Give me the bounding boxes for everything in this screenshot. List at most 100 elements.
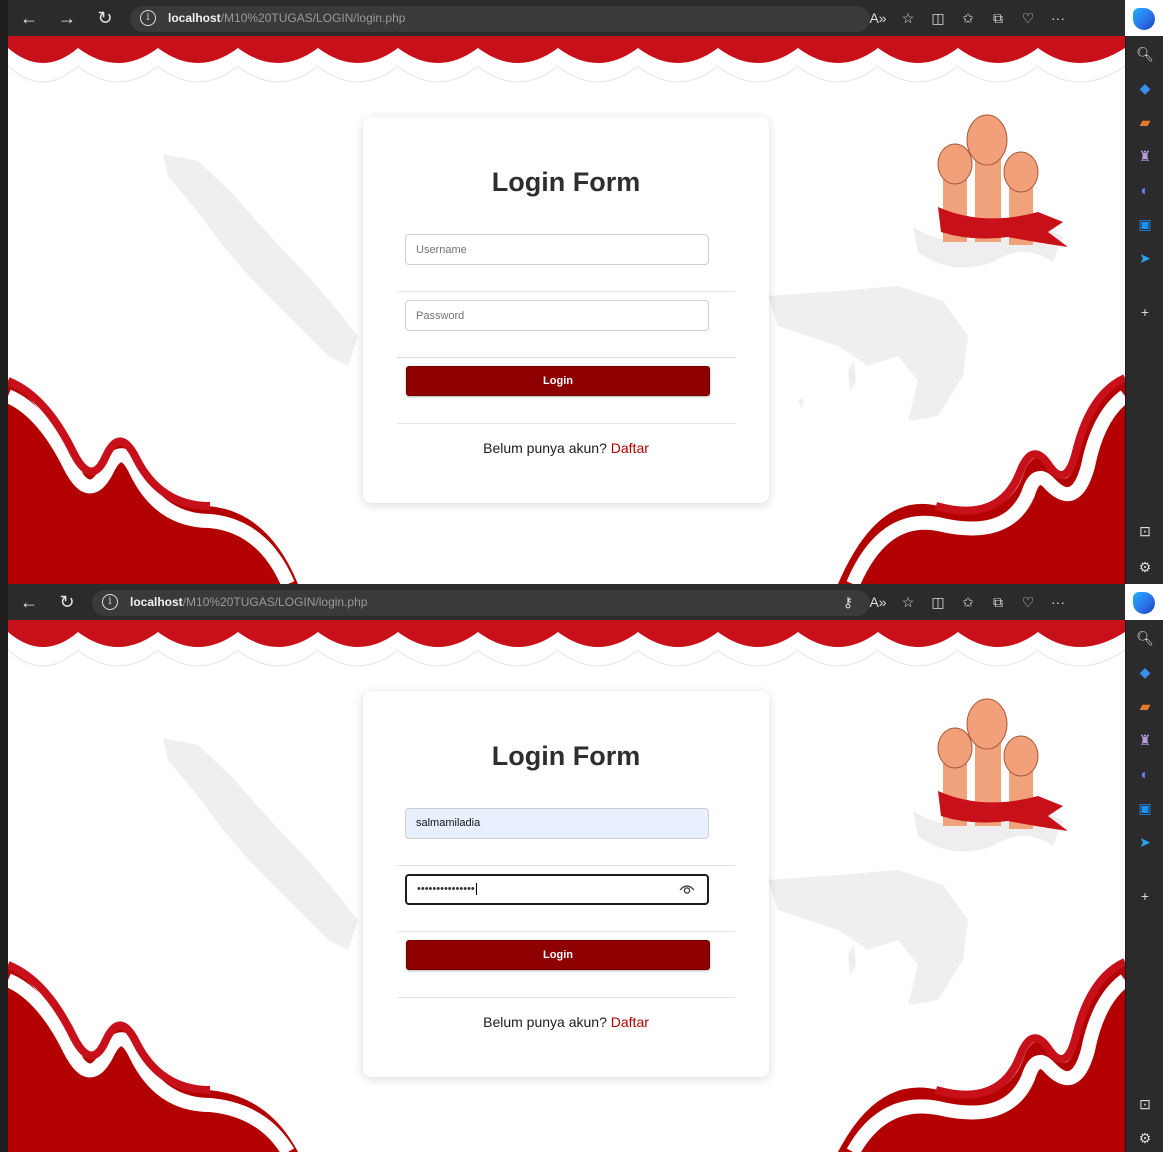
form-title: Login Form: [491, 167, 641, 197]
password-input[interactable]: [405, 300, 709, 331]
browser-toolbar: ← → ↻ i localhost/M10%20TUGAS/LOGIN/logi…: [8, 0, 1125, 36]
login-card: Login Form salmamiladia ••••••••••••••• …: [363, 691, 769, 1077]
text-cursor: [475, 883, 477, 895]
password-input[interactable]: •••••••••••••••: [405, 874, 709, 905]
browser-essentials-icon[interactable]: ♡: [1013, 10, 1043, 27]
outlook-icon[interactable]: ▣: [1135, 214, 1155, 234]
outlook-icon[interactable]: ▣: [1135, 798, 1155, 818]
add-sidebar-icon[interactable]: +: [1135, 886, 1155, 906]
read-aloud-icon[interactable]: A»: [863, 594, 893, 610]
bunting-band: [8, 620, 1125, 632]
login-page: Login Form Login Belum punya akun? Dafta…: [8, 36, 1125, 584]
copilot-icon[interactable]: [1133, 592, 1155, 614]
back-icon[interactable]: ←: [14, 0, 44, 36]
signup-prompt-text: Belum punya akun?: [483, 1014, 607, 1030]
map-island-shape: [848, 945, 856, 975]
divider: [397, 931, 735, 932]
refresh-icon[interactable]: ↻: [90, 0, 120, 36]
login-page: Login Form salmamiladia ••••••••••••••• …: [8, 620, 1125, 1152]
map-island-shape: [798, 396, 804, 408]
signup-prompt: Belum punya akun? Daftar: [363, 1014, 769, 1030]
favorite-star-icon[interactable]: ☆: [893, 594, 923, 611]
site-info-icon[interactable]: i: [140, 10, 156, 26]
bunting-drape-lines: [8, 65, 1125, 83]
username-input[interactable]: [405, 234, 709, 265]
search-icon[interactable]: 🔍︎: [1135, 628, 1155, 648]
toolbar-actions: A» ☆ ◫ ✩ ⧉ ♡ ···: [863, 0, 1073, 36]
screenshot-filled-form: ← ↻ i localhost/M10%20TUGAS/LOGIN/login.…: [0, 584, 1163, 1152]
fist-left: [937, 727, 973, 769]
favorite-star-icon[interactable]: ☆: [893, 10, 923, 27]
tools-icon[interactable]: ▰: [1135, 696, 1155, 716]
address-bar[interactable]: i localhost/M10%20TUGAS/LOGIN/login.php: [130, 6, 870, 32]
read-aloud-icon[interactable]: A»: [863, 10, 893, 26]
forward-icon[interactable]: →: [52, 0, 82, 36]
copilot-sidebar-icon[interactable]: ◐: [1135, 180, 1155, 200]
fist-right: [1003, 151, 1039, 193]
search-icon[interactable]: 🔍︎: [1135, 44, 1155, 64]
signup-link[interactable]: Daftar: [611, 1014, 649, 1030]
refresh-icon[interactable]: ↻: [52, 584, 82, 620]
split-screen-icon[interactable]: ◫: [923, 10, 953, 27]
settings-gear-icon[interactable]: ⚙: [1135, 1128, 1155, 1148]
shopping-tag-icon[interactable]: ◆: [1135, 78, 1155, 98]
bunting-scallops: [8, 632, 1125, 647]
map-island-shape: [768, 286, 968, 421]
window-frame: [0, 0, 8, 584]
password-key-icon[interactable]: ⚷: [833, 594, 863, 611]
site-info-icon[interactable]: i: [102, 594, 118, 610]
send-icon[interactable]: ➤: [1135, 832, 1155, 852]
send-icon[interactable]: ➤: [1135, 248, 1155, 268]
settings-gear-icon[interactable]: ⚙: [1135, 557, 1155, 577]
address-text: localhost/M10%20TUGAS/LOGIN/login.php: [130, 595, 368, 609]
screenshot-tool-icon[interactable]: ⊡: [1135, 1094, 1155, 1114]
screenshot-empty-form: ← → ↻ i localhost/M10%20TUGAS/LOGIN/logi…: [0, 0, 1163, 584]
bunting-drape-lines: [8, 649, 1125, 667]
username-input[interactable]: salmamiladia: [405, 808, 709, 839]
map-island-shape: [848, 361, 856, 391]
signup-prompt-text: Belum punya akun?: [483, 440, 607, 456]
raised-fists-illustration: [913, 114, 1068, 268]
browser-essentials-icon[interactable]: ♡: [1013, 594, 1043, 611]
address-text: localhost/M10%20TUGAS/LOGIN/login.php: [168, 11, 406, 25]
fist-right: [1003, 735, 1039, 777]
bunting-band: [8, 36, 1125, 48]
password-masked-value: •••••••••••••••: [417, 883, 475, 895]
form-title: Login Form: [491, 741, 641, 771]
copilot-sidebar-icon[interactable]: ◐: [1135, 764, 1155, 784]
screenshot-tool-icon[interactable]: ⊡: [1135, 521, 1155, 541]
signup-link[interactable]: Daftar: [611, 440, 649, 456]
divider: [397, 423, 735, 424]
collections-icon[interactable]: ⧉: [983, 10, 1013, 27]
raised-fists-illustration: [913, 698, 1068, 852]
login-card: Login Form Login Belum punya akun? Dafta…: [363, 117, 769, 503]
back-icon[interactable]: ←: [14, 584, 44, 620]
add-sidebar-icon[interactable]: +: [1135, 302, 1155, 322]
shopping-tag-icon[interactable]: ◆: [1135, 662, 1155, 682]
copilot-icon[interactable]: [1133, 8, 1155, 30]
favorites-icon[interactable]: ✩: [953, 594, 983, 611]
map-island-shape: [163, 154, 358, 366]
window-frame: [0, 584, 8, 1152]
edge-sidebar: 🔍︎ ◆ ▰ ♜ ◐ ▣ ➤ + ⊡ ⚙: [1125, 36, 1163, 584]
divider: [397, 357, 735, 358]
games-icon[interactable]: ♜: [1135, 730, 1155, 750]
address-bar[interactable]: i localhost/M10%20TUGAS/LOGIN/login.php: [92, 590, 870, 616]
divider: [397, 865, 735, 866]
map-island-shape: [768, 870, 968, 1005]
more-menu-icon[interactable]: ···: [1043, 10, 1073, 26]
edge-sidebar: 🔍︎ ◆ ▰ ♜ ◐ ▣ ➤ + ⊡ ⚙: [1125, 620, 1163, 1152]
signup-prompt: Belum punya akun? Daftar: [363, 440, 769, 456]
divider: [397, 997, 735, 998]
login-button[interactable]: Login: [406, 940, 710, 970]
login-button[interactable]: Login: [406, 366, 710, 396]
collections-icon[interactable]: ⧉: [983, 594, 1013, 611]
reveal-password-eye-icon[interactable]: [679, 881, 695, 897]
more-menu-icon[interactable]: ···: [1043, 594, 1073, 610]
games-icon[interactable]: ♜: [1135, 146, 1155, 166]
bunting-scallops: [8, 48, 1125, 63]
favorites-icon[interactable]: ✩: [953, 10, 983, 27]
split-screen-icon[interactable]: ◫: [923, 594, 953, 611]
divider: [397, 291, 735, 292]
tools-icon[interactable]: ▰: [1135, 112, 1155, 132]
